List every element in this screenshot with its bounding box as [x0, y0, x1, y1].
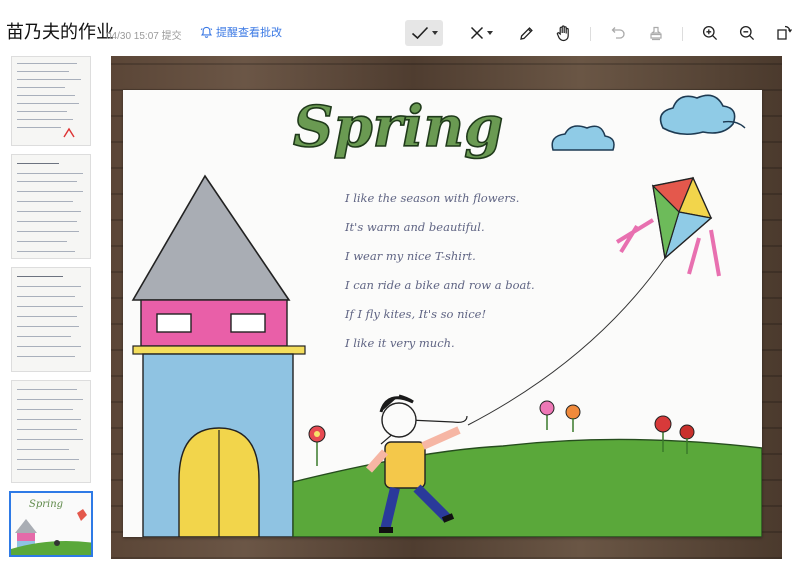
poem-line: If I fly kites, It's so nice! — [345, 307, 487, 321]
page-thumbnail-list: Spring — [0, 56, 102, 573]
toolbar-divider — [682, 27, 683, 41]
submit-time: 04/30 15:07 — [106, 31, 159, 42]
page-thumbnail-5[interactable]: Spring — [9, 491, 93, 557]
homework-photo: Spring I like the season with flowers. I… — [123, 90, 762, 537]
poem-line: I like the season with flowers. — [345, 191, 520, 205]
page-thumbnail-1[interactable] — [11, 56, 91, 146]
check-icon — [411, 26, 428, 40]
chevron-down-icon — [431, 31, 438, 35]
remind-review-label: 提醒查看批改 — [216, 26, 282, 39]
stamp-tool[interactable] — [644, 20, 668, 46]
hand-icon — [556, 24, 569, 41]
pencil-icon — [519, 26, 533, 40]
drawing-heading: Spring — [293, 94, 503, 160]
flower-icon — [539, 400, 581, 432]
hand-tool[interactable] — [552, 20, 576, 46]
poem-line: It's warm and beautiful. — [345, 220, 485, 234]
cloud-icon — [551, 125, 615, 151]
zoom-in-icon — [702, 25, 718, 41]
page-thumbnail-2[interactable] — [11, 154, 91, 259]
page-thumbnail-4[interactable] — [11, 380, 91, 483]
remind-review-link[interactable]: 提醒查看批改 — [200, 24, 282, 40]
poem-line: I wear my nice T-shirt. — [345, 249, 476, 263]
undo-button[interactable] — [606, 20, 630, 46]
grass-drawing — [292, 438, 762, 537]
zoom-in-button[interactable] — [698, 20, 722, 46]
cross-icon — [470, 26, 483, 40]
cross-mark-tool[interactable] — [462, 20, 500, 46]
cloud-icon — [659, 94, 746, 136]
rotate-button[interactable] — [772, 20, 796, 46]
zoom-out-button[interactable] — [735, 20, 759, 46]
chevron-down-icon — [486, 31, 493, 35]
poem-line: I can ride a bike and row a boat. — [345, 278, 535, 292]
rotate-icon — [777, 25, 792, 40]
viewer-right-gutter — [782, 56, 800, 559]
bell-icon — [200, 26, 213, 38]
stamp-icon — [650, 26, 662, 40]
toolbar-divider — [590, 27, 591, 41]
submit-label: 提交 — [161, 31, 182, 42]
image-viewer[interactable]: Spring I like the season with flowers. I… — [111, 56, 782, 559]
svg-text:Spring: Spring — [29, 499, 63, 510]
flower-icon — [308, 425, 326, 466]
page-thumbnail-3[interactable] — [11, 267, 91, 372]
submit-meta: 04/30 15:07 提交 — [106, 27, 182, 42]
thumbnail-preview: Spring — [11, 493, 91, 555]
zoom-out-icon — [739, 25, 755, 41]
top-bar: 苗乃夫的作业 04/30 15:07 提交 提醒查看批改 — [0, 0, 800, 56]
check-mark-tool[interactable] — [405, 20, 443, 46]
undo-icon — [611, 27, 625, 39]
page-title: 苗乃夫的作业 — [6, 22, 114, 43]
pencil-tool[interactable] — [514, 20, 538, 46]
house-drawing — [131, 174, 306, 537]
poem-text: I like the season with flowers. It's war… — [345, 184, 605, 358]
poem-line: I like it very much. — [345, 336, 455, 350]
